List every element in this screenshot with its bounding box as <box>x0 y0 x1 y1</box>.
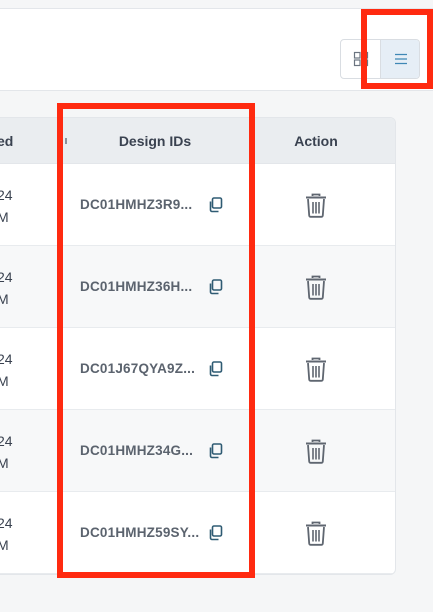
copy-icon <box>209 197 222 213</box>
trash-icon <box>306 193 326 218</box>
copy-icon <box>209 361 222 377</box>
column-header-action: Action <box>294 133 338 149</box>
date-cell: 24 M <box>0 433 13 471</box>
table-row: 24 M DC01HMHZ3R9... <box>0 164 395 246</box>
delete-button[interactable] <box>303 519 329 547</box>
table-header: ed Design IDs Action <box>0 118 395 164</box>
design-id: DC01J67QYA9Z... <box>80 361 196 376</box>
date-cell: 24 M <box>0 269 13 307</box>
design-id: DC01HMHZ34G... <box>80 443 194 458</box>
copy-button[interactable] <box>206 441 224 461</box>
date-cell: 24 M <box>0 515 13 553</box>
delete-button[interactable] <box>303 273 329 301</box>
table-row: 24 M DC01HMHZ59SY... <box>0 492 395 574</box>
copy-button[interactable] <box>206 359 224 379</box>
design-id: DC01HMHZ59SY... <box>80 525 200 540</box>
copy-icon <box>209 525 222 541</box>
date-cell: 24 M <box>0 351 13 389</box>
trash-icon <box>306 357 326 382</box>
copy-button[interactable] <box>206 523 224 543</box>
copy-icon <box>209 279 222 295</box>
list-view-button[interactable] <box>380 40 419 78</box>
design-id: DC01HMHZ3R9... <box>80 197 193 212</box>
delete-button[interactable] <box>303 355 329 383</box>
table-row: 24 M DC01HMHZ34G... <box>0 410 395 492</box>
toolbar <box>0 8 433 91</box>
list-view-icon <box>394 53 407 65</box>
delete-button[interactable] <box>303 191 329 219</box>
delete-button[interactable] <box>303 437 329 465</box>
column-header-date[interactable]: ed <box>0 118 13 164</box>
designs-table: ed Design IDs Action 24 M DC01HMHZ3R9... <box>0 117 396 575</box>
view-toggle <box>340 39 420 79</box>
grid-view-icon <box>353 51 369 67</box>
design-id: DC01HMHZ36H... <box>80 279 193 294</box>
column-divider <box>65 138 67 144</box>
copy-button[interactable] <box>206 195 224 215</box>
date-cell: 24 M <box>0 187 13 225</box>
table-row: 24 M DC01HMHZ36H... <box>0 246 395 328</box>
copy-icon <box>209 443 222 459</box>
grid-view-button[interactable] <box>341 40 381 78</box>
trash-icon <box>306 521 326 546</box>
trash-icon <box>306 275 326 300</box>
column-header-design-ids[interactable]: Design IDs <box>68 118 242 164</box>
copy-button[interactable] <box>206 277 224 297</box>
trash-icon <box>306 439 326 464</box>
table-row: 24 M DC01J67QYA9Z... <box>0 328 395 410</box>
